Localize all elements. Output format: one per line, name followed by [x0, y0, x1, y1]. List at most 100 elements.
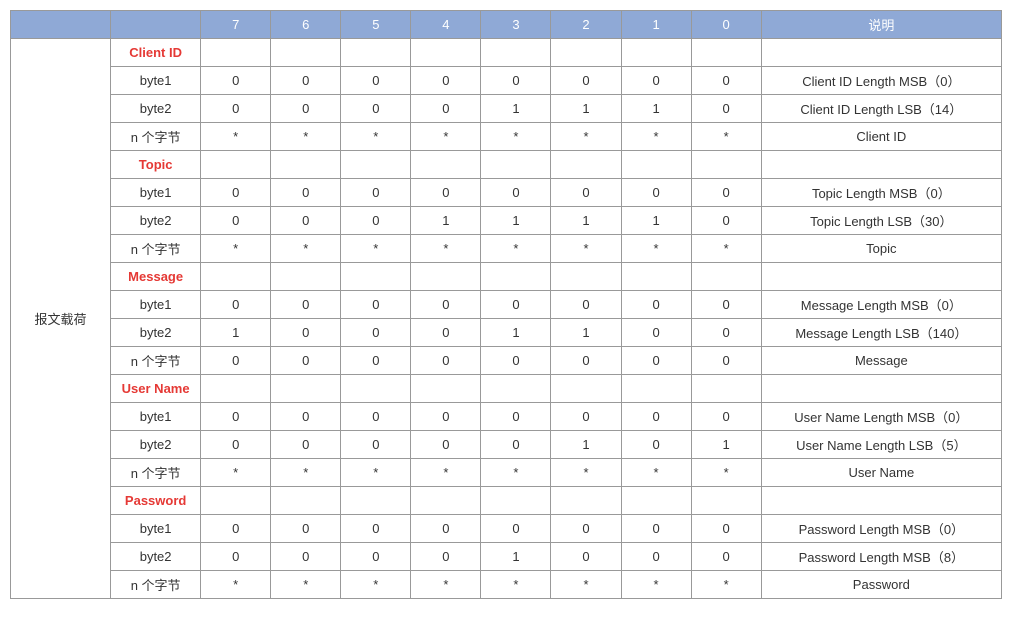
empty-cell — [341, 151, 411, 179]
table-row: byte100000000User Name Length MSB（0） — [11, 403, 1002, 431]
empty-desc — [761, 151, 1001, 179]
empty-cell — [551, 263, 621, 291]
empty-cell — [201, 487, 271, 515]
payload-table: 7 6 5 4 3 2 1 0 说明 报文载荷Client IDbyte1000… — [10, 10, 1002, 599]
header-desc: 说明 — [761, 11, 1001, 39]
empty-cell — [481, 263, 551, 291]
bit-cell: 0 — [691, 515, 761, 543]
empty-cell — [411, 39, 481, 67]
empty-cell — [481, 375, 551, 403]
bit-cell: 0 — [551, 67, 621, 95]
desc-cell: Client ID — [761, 123, 1001, 151]
bit-cell: 0 — [411, 515, 481, 543]
table-row: byte100000000Message Length MSB（0） — [11, 291, 1002, 319]
bit-cell: * — [411, 235, 481, 263]
header-bit-5: 5 — [341, 11, 411, 39]
row-label: byte2 — [111, 207, 201, 235]
header-bit-0: 0 — [691, 11, 761, 39]
empty-cell — [271, 263, 341, 291]
section-title: User Name — [111, 375, 201, 403]
bit-cell: 0 — [481, 515, 551, 543]
bit-cell: 0 — [691, 179, 761, 207]
empty-cell — [551, 39, 621, 67]
bit-cell: * — [201, 123, 271, 151]
empty-cell — [551, 487, 621, 515]
bit-cell: 0 — [551, 403, 621, 431]
table-row: byte200001000Password Length MSB（8） — [11, 543, 1002, 571]
bit-cell: * — [621, 123, 691, 151]
bit-cell: 0 — [691, 347, 761, 375]
bit-cell: * — [481, 571, 551, 599]
desc-cell: User Name Length MSB（0） — [761, 403, 1001, 431]
bit-cell: 1 — [621, 207, 691, 235]
bit-cell: * — [691, 235, 761, 263]
bit-cell: 0 — [621, 67, 691, 95]
bit-cell: 0 — [201, 179, 271, 207]
bit-cell: 0 — [341, 67, 411, 95]
bit-cell: * — [341, 123, 411, 151]
empty-cell — [691, 151, 761, 179]
empty-cell — [411, 151, 481, 179]
row-label: byte2 — [111, 543, 201, 571]
bit-cell: 0 — [621, 403, 691, 431]
empty-cell — [621, 487, 691, 515]
bit-cell: * — [481, 235, 551, 263]
row-label: n 个字节 — [111, 347, 201, 375]
bit-cell: 0 — [201, 207, 271, 235]
bit-cell: 0 — [411, 403, 481, 431]
table-row: n 个字节********User Name — [11, 459, 1002, 487]
table-row: byte200011110Topic Length LSB（30） — [11, 207, 1002, 235]
bit-cell: * — [271, 459, 341, 487]
bit-cell: 0 — [691, 291, 761, 319]
header-row: 7 6 5 4 3 2 1 0 说明 — [11, 11, 1002, 39]
bit-cell: 0 — [271, 67, 341, 95]
desc-cell: Topic Length LSB（30） — [761, 207, 1001, 235]
header-bit-6: 6 — [271, 11, 341, 39]
row-label: n 个字节 — [111, 571, 201, 599]
bit-cell: 0 — [341, 403, 411, 431]
row-label: n 个字节 — [111, 235, 201, 263]
bit-cell: 0 — [341, 179, 411, 207]
section-title: Topic — [111, 151, 201, 179]
section-row: User Name — [11, 375, 1002, 403]
bit-cell: * — [691, 123, 761, 151]
bit-cell: 0 — [481, 403, 551, 431]
bit-cell: 0 — [691, 95, 761, 123]
bit-cell: 0 — [271, 207, 341, 235]
bit-cell: 0 — [341, 207, 411, 235]
bit-cell: 0 — [201, 95, 271, 123]
bit-cell: 0 — [271, 347, 341, 375]
bit-cell: 0 — [341, 515, 411, 543]
bit-cell: * — [411, 571, 481, 599]
bit-cell: * — [201, 571, 271, 599]
bit-cell: 0 — [201, 67, 271, 95]
bit-cell: * — [551, 235, 621, 263]
table-row: n 个字节********Topic — [11, 235, 1002, 263]
header-bit-3: 3 — [481, 11, 551, 39]
bit-cell: 1 — [551, 319, 621, 347]
bit-cell: 1 — [481, 319, 551, 347]
header-label — [111, 11, 201, 39]
bit-cell: 0 — [411, 67, 481, 95]
row-label: n 个字节 — [111, 123, 201, 151]
desc-cell: Client ID Length LSB（14） — [761, 95, 1001, 123]
bit-cell: 0 — [201, 431, 271, 459]
bit-cell: 0 — [411, 179, 481, 207]
empty-cell — [411, 263, 481, 291]
empty-cell — [621, 375, 691, 403]
header-side — [11, 11, 111, 39]
desc-cell: Message Length MSB（0） — [761, 291, 1001, 319]
empty-cell — [621, 39, 691, 67]
bit-cell: 0 — [621, 179, 691, 207]
empty-desc — [761, 487, 1001, 515]
row-label: byte1 — [111, 515, 201, 543]
bit-cell: 0 — [481, 291, 551, 319]
row-label: byte2 — [111, 431, 201, 459]
empty-cell — [341, 39, 411, 67]
desc-cell: User Name — [761, 459, 1001, 487]
empty-cell — [411, 487, 481, 515]
bit-cell: 0 — [341, 431, 411, 459]
bit-cell: 0 — [411, 95, 481, 123]
bit-cell: 0 — [271, 291, 341, 319]
bit-cell: 0 — [621, 431, 691, 459]
